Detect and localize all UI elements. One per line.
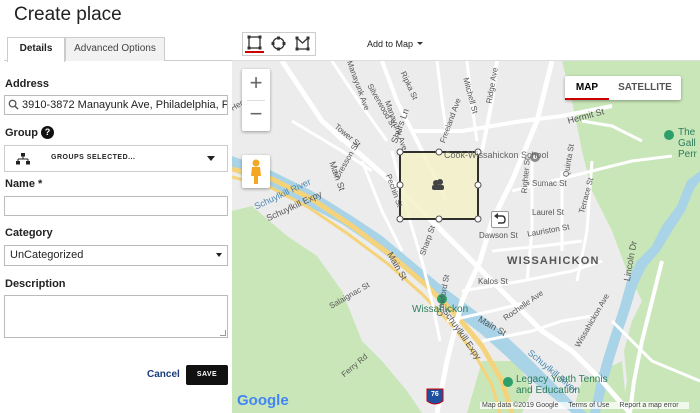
- address-input[interactable]: 3910-3872 Manayunk Ave, Philadelphia, PA: [4, 95, 228, 115]
- rectangle-draw-icon[interactable]: [245, 34, 264, 53]
- map-label-the-gallery: The Gall Perr: [678, 127, 697, 160]
- chevron-down-icon: [216, 253, 222, 257]
- tab-advanced-options[interactable]: Advanced Options: [65, 37, 165, 61]
- highway-shield-label: 76: [431, 391, 439, 398]
- zoom-in-button[interactable]: +: [242, 69, 270, 99]
- resize-handle-icon[interactable]: [220, 330, 226, 336]
- save-button[interactable]: SAVE: [186, 365, 228, 385]
- tab-details[interactable]: Details: [7, 37, 65, 62]
- add-to-map-label: Add to Map: [367, 39, 414, 49]
- report-map-error-link[interactable]: Report a map error: [619, 402, 678, 409]
- help-icon[interactable]: ?: [41, 126, 54, 139]
- name-input[interactable]: [4, 196, 228, 216]
- name-label: Name *: [5, 178, 43, 190]
- zoom-out-button[interactable]: −: [242, 100, 270, 130]
- circle-draw-icon[interactable]: [269, 34, 288, 53]
- group-select-value: GROUPS SELECTED...: [51, 154, 136, 161]
- map-label-dawson-st: Dawson St: [479, 231, 518, 240]
- undo-icon[interactable]: [491, 211, 509, 228]
- map-graphic: [232, 61, 700, 413]
- google-logo-text: Google: [237, 392, 289, 409]
- address-label: Address: [5, 78, 50, 90]
- address-value: 3910-3872 Manayunk Ave, Philadelphia, PA: [22, 99, 228, 111]
- cancel-button[interactable]: Cancel: [147, 369, 180, 380]
- map-label-legacy-youth: Legacy Youth Tennis and Education: [516, 374, 608, 396]
- map-type-satellite-button[interactable]: SATELLITE: [609, 76, 681, 100]
- chevron-down-icon: [207, 156, 215, 161]
- tab-bar: Details Advanced Options: [4, 37, 232, 62]
- map-canvas[interactable]: Hector St Manayunk Ave Manayunk Ave Ridg…: [232, 61, 700, 413]
- street-view-pegman-icon[interactable]: [242, 155, 270, 188]
- map-data-credit: Map data ©2019 Google: [482, 402, 559, 409]
- map-label-wissahickon-area: WISSAHICKON: [507, 255, 600, 267]
- map-label-cook-wissahickon: Cook-Wissahickon School: [444, 150, 549, 160]
- org-tree-icon: [16, 153, 30, 165]
- map-toolbar: Add to Map: [232, 29, 700, 61]
- description-label: Description: [5, 278, 66, 290]
- category-select[interactable]: UnCategorized: [4, 245, 228, 266]
- group-select[interactable]: GROUPS SELECTED...: [4, 145, 228, 172]
- terms-of-use-link[interactable]: Terms of Use: [568, 402, 609, 409]
- category-label: Category: [5, 227, 53, 239]
- search-icon: [8, 99, 19, 110]
- description-textarea[interactable]: [4, 295, 228, 338]
- polygon-draw-icon[interactable]: [293, 34, 312, 53]
- category-select-value: UnCategorized: [10, 249, 84, 261]
- group-label-row: Group?: [5, 126, 54, 139]
- chevron-down-icon: [417, 42, 424, 45]
- map-label-kalos-st: Kalos St: [478, 277, 508, 286]
- map-type-map-button[interactable]: MAP: [565, 76, 609, 100]
- map-attribution: Map data ©2019 Google Terms of Use Repor…: [480, 402, 689, 409]
- group-label: Group: [5, 127, 38, 139]
- map-type-control: MAP SATELLITE: [565, 76, 681, 100]
- zoom-control: + −: [242, 69, 270, 131]
- map-label-sumac-st: Sumac St: [532, 179, 567, 188]
- add-to-map-menu[interactable]: Add to Map: [367, 39, 424, 49]
- map-label-laurel-st: Laurel St: [532, 208, 565, 217]
- google-logo: Google: [237, 392, 289, 409]
- page-title: Create place: [14, 4, 122, 25]
